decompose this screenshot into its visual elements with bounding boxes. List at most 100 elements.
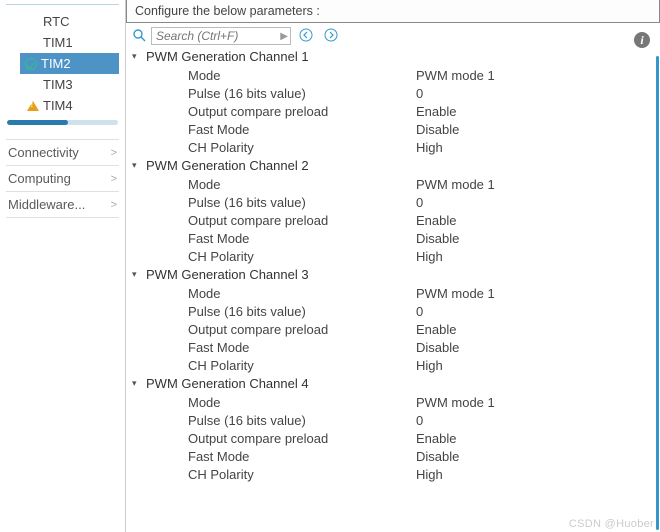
parameter-list[interactable]: ▾PWM Generation Channel 1ModePWM mode 1P… bbox=[126, 47, 660, 532]
search-go-icon[interactable]: ▶ bbox=[280, 31, 288, 42]
param-label: Pulse (16 bits value) bbox=[188, 86, 416, 101]
tree-item-label: RTC bbox=[43, 14, 69, 29]
search-input[interactable] bbox=[151, 27, 291, 45]
param-label: CH Polarity bbox=[188, 249, 416, 264]
category-computing[interactable]: Computing > bbox=[6, 165, 119, 191]
param-label: Output compare preload bbox=[188, 431, 416, 446]
param-value: PWM mode 1 bbox=[416, 177, 495, 192]
param-label: Mode bbox=[188, 68, 416, 83]
status-placeholder bbox=[26, 78, 39, 91]
param-row[interactable]: ModePWM mode 1 bbox=[132, 284, 656, 302]
param-row[interactable]: CH PolarityHigh bbox=[132, 356, 656, 374]
chevron-right-icon: > bbox=[111, 173, 117, 185]
param-row[interactable]: ModePWM mode 1 bbox=[132, 66, 656, 84]
param-value: Enable bbox=[416, 213, 456, 228]
param-row[interactable]: Pulse (16 bits value)0 bbox=[132, 411, 656, 429]
category-middleware-[interactable]: Middleware... > bbox=[6, 191, 119, 218]
param-row[interactable]: CH PolarityHigh bbox=[132, 247, 656, 265]
param-label: CH Polarity bbox=[188, 358, 416, 373]
chevron-down-icon: ▾ bbox=[132, 51, 142, 62]
tree-item-tim1[interactable]: TIM1 bbox=[24, 32, 119, 53]
tree-item-label: TIM4 bbox=[43, 98, 73, 113]
group-title: PWM Generation Channel 2 bbox=[146, 158, 309, 173]
group-header[interactable]: ▾PWM Generation Channel 1 bbox=[132, 47, 656, 66]
config-header: Configure the below parameters : bbox=[126, 0, 660, 23]
chevron-down-icon: ▾ bbox=[132, 378, 142, 389]
param-value: High bbox=[416, 467, 443, 482]
param-row[interactable]: Output compare preloadEnable bbox=[132, 211, 656, 229]
param-row[interactable]: CH PolarityHigh bbox=[132, 465, 656, 483]
param-row[interactable]: Fast ModeDisable bbox=[132, 447, 656, 465]
category-label: Connectivity bbox=[8, 145, 79, 160]
param-label: Pulse (16 bits value) bbox=[188, 304, 416, 319]
param-row[interactable]: Output compare preloadEnable bbox=[132, 320, 656, 338]
param-value: High bbox=[416, 249, 443, 264]
main-panel: Configure the below parameters : ▶ i ▾PW… bbox=[126, 0, 660, 532]
param-label: Fast Mode bbox=[188, 122, 416, 137]
category-list: Connectivity > Computing > Middleware... > bbox=[6, 139, 119, 218]
group-title: PWM Generation Channel 4 bbox=[146, 376, 309, 391]
peripheral-tree: RTC TIM1 TIM2 TIM3 TIM4 bbox=[6, 11, 119, 116]
category-label: Computing bbox=[8, 171, 71, 186]
param-row[interactable]: Pulse (16 bits value)0 bbox=[132, 302, 656, 320]
param-value: Enable bbox=[416, 322, 456, 337]
param-value: Enable bbox=[416, 104, 456, 119]
tree-item-label: TIM2 bbox=[41, 56, 71, 71]
status-placeholder bbox=[26, 36, 39, 49]
tree-item-label: TIM1 bbox=[43, 35, 73, 50]
tree-item-rtc[interactable]: RTC bbox=[24, 11, 119, 32]
param-label: Pulse (16 bits value) bbox=[188, 413, 416, 428]
search-icon[interactable] bbox=[132, 28, 146, 45]
param-label: Mode bbox=[188, 395, 416, 410]
chevron-right-icon: > bbox=[111, 147, 117, 159]
param-label: Fast Mode bbox=[188, 449, 416, 464]
param-value: 0 bbox=[416, 413, 423, 428]
param-row[interactable]: Fast ModeDisable bbox=[132, 338, 656, 356]
param-label: Fast Mode bbox=[188, 231, 416, 246]
param-row[interactable]: Pulse (16 bits value)0 bbox=[132, 193, 656, 211]
nav-next-icon[interactable] bbox=[321, 28, 341, 45]
param-label: Mode bbox=[188, 286, 416, 301]
param-row[interactable]: Fast ModeDisable bbox=[132, 229, 656, 247]
param-label: CH Polarity bbox=[188, 140, 416, 155]
chevron-down-icon: ▾ bbox=[132, 160, 142, 171]
tree-item-tim3[interactable]: TIM3 bbox=[24, 74, 119, 95]
param-value: Disable bbox=[416, 449, 459, 464]
chevron-right-icon: > bbox=[111, 199, 117, 211]
tree-item-label: TIM3 bbox=[43, 77, 73, 92]
param-label: Fast Mode bbox=[188, 340, 416, 355]
param-row[interactable]: ModePWM mode 1 bbox=[132, 175, 656, 193]
nav-prev-icon[interactable] bbox=[296, 28, 316, 45]
tree-item-tim2[interactable]: TIM2 bbox=[20, 53, 119, 74]
param-label: CH Polarity bbox=[188, 467, 416, 482]
tree-item-tim4[interactable]: TIM4 bbox=[24, 95, 119, 116]
param-label: Output compare preload bbox=[188, 322, 416, 337]
scrollbar[interactable] bbox=[656, 56, 659, 530]
param-value: 0 bbox=[416, 86, 423, 101]
param-value: Disable bbox=[416, 231, 459, 246]
param-value: 0 bbox=[416, 304, 423, 319]
toolbar: ▶ bbox=[126, 23, 660, 47]
search-wrapper: ▶ bbox=[151, 27, 291, 45]
param-row[interactable]: Output compare preloadEnable bbox=[132, 429, 656, 447]
warning-icon bbox=[26, 99, 39, 112]
progress-fill bbox=[7, 120, 68, 125]
sidebar: RTCTIM1TIM2TIM3TIM4 Connectivity>Computi… bbox=[0, 0, 126, 532]
param-row[interactable]: ModePWM mode 1 bbox=[132, 393, 656, 411]
category-connectivity[interactable]: Connectivity > bbox=[6, 139, 119, 165]
status-placeholder bbox=[26, 15, 39, 28]
group-header[interactable]: ▾ PWM Generation Channel 4 bbox=[132, 374, 656, 393]
param-value: High bbox=[416, 140, 443, 155]
param-row[interactable]: Fast ModeDisable bbox=[132, 120, 656, 138]
info-icon[interactable]: i bbox=[634, 32, 650, 48]
group-header[interactable]: ▾ PWM Generation Channel 2 bbox=[132, 156, 656, 175]
param-row[interactable]: Pulse (16 bits value)0 bbox=[132, 84, 656, 102]
check-icon bbox=[24, 57, 37, 70]
param-row[interactable]: CH PolarityHigh bbox=[132, 138, 656, 156]
param-row[interactable]: Output compare preloadEnable bbox=[132, 102, 656, 120]
group-header[interactable]: ▾PWM Generation Channel 3 bbox=[132, 265, 656, 284]
category-label: Middleware... bbox=[8, 197, 85, 212]
sidebar-divider bbox=[6, 4, 119, 5]
param-value: PWM mode 1 bbox=[416, 68, 495, 83]
param-label: Output compare preload bbox=[188, 213, 416, 228]
